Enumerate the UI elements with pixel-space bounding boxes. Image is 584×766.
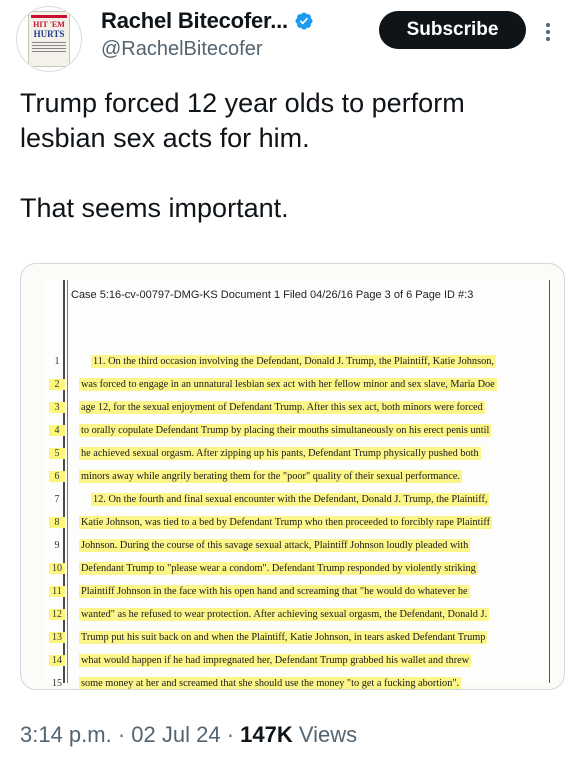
document-margin-line (549, 280, 550, 683)
document-line-text: wanted" as he refused to wear protection… (79, 608, 490, 621)
document-line: 10 Defendant Trump to "please wear a cond… (49, 557, 549, 580)
document-line-text: 11. On the third occasion involving the … (91, 355, 496, 368)
document-line: 14 what would happen if he had impregnate… (49, 649, 549, 672)
document-line-number: 3 (49, 402, 65, 413)
document-line: 9 Johnson. During the course of this sava… (49, 534, 549, 557)
document-line-text: 12. On the fourth and final sexual encou… (91, 493, 490, 506)
document-line-number: 12 (49, 609, 65, 620)
document-line-number: 13 (49, 632, 65, 643)
document-line-text: some money at her and screamed that she … (79, 677, 462, 689)
views-label: Views (292, 722, 358, 747)
author-avatar[interactable]: HIT 'EM HURTS (16, 6, 82, 72)
avatar-text-bottom: HURTS (33, 29, 65, 39)
document-line: 2 was forced to engage in an unnatural le… (49, 373, 549, 396)
document-line: 1 11. On the third occasion involving the… (49, 350, 549, 373)
document-line-text: minors away while angrily berating them … (79, 470, 462, 483)
tweet-text-line: lesbian sex acts for him. (20, 123, 310, 153)
document-line: 12 wanted" as he refused to wear protecti… (49, 603, 549, 626)
document-line-number: 1 (54, 356, 60, 367)
document-line: 8 Katie Johnson, was tied to a bed by Def… (49, 511, 549, 534)
document-line-text: Katie Johnson, was tied to a bed by Defe… (79, 516, 493, 529)
document-line: 7 12. On the fourth and final sexual enco… (49, 488, 549, 511)
document-line: 13 Trump put his suit back on and when th… (49, 626, 549, 649)
document-line-number: 14 (49, 655, 65, 666)
document-lines: 1 11. On the third occasion involving the… (49, 350, 549, 689)
document-line-text: Plaintiff Johnson in the face with his o… (79, 585, 470, 598)
document-line-number: 4 (49, 425, 65, 436)
document-line-text: to orally copulate Defendant Trump by pl… (79, 424, 492, 437)
document-line: 4 to orally copulate Defendant Trump by p… (49, 419, 549, 442)
document-line-text: was forced to engage in an unnatural les… (79, 378, 497, 391)
author-handle[interactable]: @RachelBitecofer (101, 38, 262, 61)
document-line-text: age 12, for the sexual enjoyment of Defe… (79, 401, 485, 414)
verified-badge-icon (295, 12, 313, 30)
views-count: 147K (240, 722, 293, 747)
author-name-row: Rachel Bitecofer... (101, 8, 314, 34)
document-line-text: Defendant Trump to "please wear a condom… (79, 562, 478, 575)
tweet-text: Trump forced 12 year olds to perform les… (20, 86, 560, 226)
tweet-time[interactable]: 3:14 p.m. (20, 722, 112, 747)
document-line-number: 15 (52, 678, 62, 689)
document-line-text: Johnson. During the course of this savag… (79, 539, 471, 552)
document-line-text: Trump put his suit back on and when the … (79, 631, 488, 644)
avatar-book-cover: HIT 'EM HURTS (28, 11, 70, 67)
tweet-metadata: 3:14 p.m. · 02 Jul 24 · 147K Views (20, 722, 357, 748)
document-line: 3 age 12, for the sexual enjoyment of Def… (49, 396, 549, 419)
document-line: 5 he achieved sexual orgasm. After zippin… (49, 442, 549, 465)
separator: · (220, 722, 241, 747)
subscribe-button[interactable]: Subscribe (379, 11, 526, 49)
separator: · (111, 722, 132, 747)
document-line-text: he achieved sexual orgasm. After zipping… (79, 447, 481, 460)
document-line: 11 Plaintiff Johnson in the face with his… (49, 580, 549, 603)
court-document: Case 5:16-cv-00797-DMG-KS Document 1 Fil… (43, 280, 553, 689)
document-line-number: 5 (49, 448, 65, 459)
document-line-text: what would happen if he had impregnated … (79, 654, 472, 667)
tweet-text-line: That seems important. (20, 193, 289, 223)
document-line: 6 minors away while angrily berating them… (49, 465, 549, 488)
tweet-text-line: Trump forced 12 year olds to perform (20, 88, 465, 118)
avatar-text-top: HIT 'EM (33, 20, 65, 29)
document-line-number: 9 (54, 540, 60, 551)
author-display-name[interactable]: Rachel Bitecofer... (101, 8, 288, 34)
more-vertical-icon[interactable] (540, 20, 556, 44)
document-line-number: 11 (49, 586, 65, 597)
tweet-media-image[interactable]: Case 5:16-cv-00797-DMG-KS Document 1 Fil… (20, 263, 565, 690)
document-case-header: Case 5:16-cv-00797-DMG-KS Document 1 Fil… (71, 289, 474, 301)
tweet-header: HIT 'EM HURTS Rachel Bitecofer... @Rache… (0, 0, 584, 80)
document-line-number: 10 (49, 563, 65, 574)
document-line-number: 6 (49, 471, 65, 482)
document-line: 15 some money at her and screamed that sh… (49, 672, 549, 689)
document-line-number: 2 (49, 379, 65, 390)
document-line-number: 8 (49, 517, 65, 528)
tweet-date[interactable]: 02 Jul 24 (131, 722, 220, 747)
document-line-number: 7 (54, 494, 60, 505)
